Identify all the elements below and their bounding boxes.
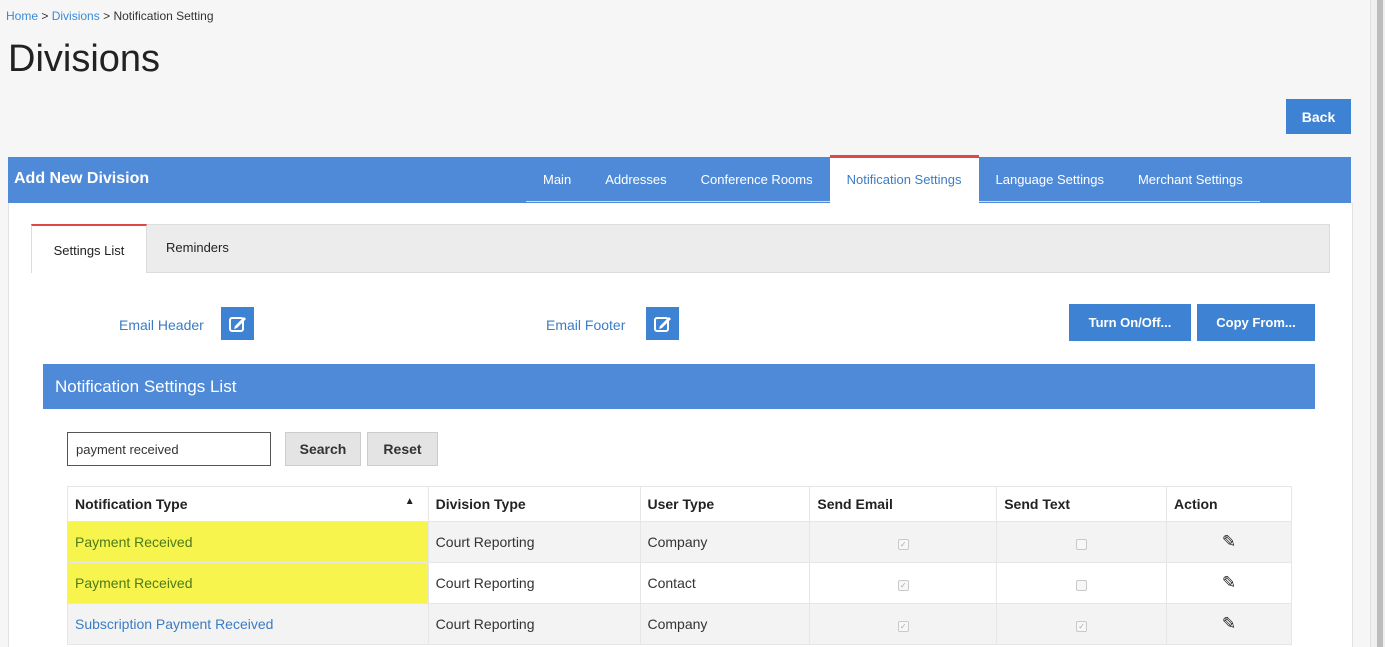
division-panel-header: Add New Division Main Addresses Conferen… [8,155,1351,203]
edit-icon[interactable]: ✎ [1222,532,1236,551]
edit-icon[interactable]: ✎ [1222,614,1236,633]
breadcrumb-separator: > [41,9,49,23]
col-division-type[interactable]: Division Type [427,486,641,522]
reset-button[interactable]: Reset [367,432,438,466]
user-type-cell: Contact [639,562,811,604]
col-user-type[interactable]: User Type [639,486,811,522]
breadcrumb-home[interactable]: Home [6,9,38,23]
list-title: Notification Settings List [55,377,237,396]
send-email-checkbox: ✓ [897,580,909,592]
subtab-settings-list[interactable]: Settings List [31,224,147,273]
email-footer-link[interactable]: Email Footer [546,317,625,333]
notification-type-cell[interactable]: Subscription Payment Received [67,603,429,645]
tab-language-settings[interactable]: Language Settings [978,157,1121,202]
tab-addresses[interactable]: Addresses [588,157,684,202]
turn-on-off-button[interactable]: Turn On/Off... [1069,304,1191,341]
notification-type-cell[interactable]: Payment Received [67,521,429,563]
col-action: Action [1166,486,1292,522]
copy-from-button[interactable]: Copy From... [1197,304,1315,341]
division-type-cell: Court Reporting [427,521,641,563]
send-text-checkbox: ✓ [1076,621,1088,633]
table-row: Payment Received Court Reporting Contact… [67,562,1292,604]
notification-table: Notification Type ▲ Division Type User T… [67,486,1292,645]
edit-icon [654,317,671,332]
tab-conference-rooms[interactable]: Conference Rooms [683,157,830,202]
breadcrumb-divisions[interactable]: Divisions [52,9,100,23]
col-send-email[interactable]: Send Email [809,486,998,522]
sub-tabbar: Settings List Reminders [31,224,1330,273]
email-header-link[interactable]: Email Header [119,317,204,333]
table-row: Subscription Payment Received Court Repo… [67,603,1292,645]
sort-asc-icon[interactable]: ▲ [405,496,415,507]
notification-list-header: Notification Settings List [43,364,1315,409]
email-footer-edit-button[interactable] [646,307,679,340]
user-type-cell: Company [639,603,811,645]
table-row: Payment Received Court Reporting Company… [67,521,1292,563]
send-email-checkbox: ✓ [897,539,909,551]
notification-type-cell[interactable]: Payment Received [67,562,429,604]
main-tabs: Main Addresses Conference Rooms Notifica… [526,155,1260,203]
tab-merchant-settings[interactable]: Merchant Settings [1120,157,1260,202]
col-send-text[interactable]: Send Text [996,486,1168,522]
table-header-row: Notification Type ▲ Division Type User T… [67,486,1292,522]
back-button[interactable]: Back [1286,99,1351,134]
page-title: Divisions [8,38,161,80]
panel-content: Settings List Reminders Email Header Ema… [8,203,1353,647]
user-type-cell: Company [639,521,811,563]
send-email-checkbox: ✓ [897,621,909,633]
edit-icon [229,317,246,332]
search-input[interactable] [67,432,271,466]
breadcrumb: Home > Divisions > Notification Setting [6,9,214,23]
search-button[interactable]: Search [285,432,361,466]
division-type-cell: Court Reporting [427,603,641,645]
edit-icon[interactable]: ✎ [1222,573,1236,592]
email-header-edit-button[interactable] [221,307,254,340]
send-text-checkbox [1076,539,1088,551]
col-notification-type[interactable]: Notification Type ▲ [67,486,429,522]
breadcrumb-separator: > [103,9,111,23]
division-type-cell: Court Reporting [427,562,641,604]
scrollbar-thumb[interactable] [1377,0,1383,647]
subtab-reminders[interactable]: Reminders [166,225,229,271]
send-text-checkbox [1076,580,1088,592]
tab-main[interactable]: Main [526,157,589,202]
tab-notification-settings[interactable]: Notification Settings [829,155,979,203]
panel-title: Add New Division [14,170,150,187]
breadcrumb-current: Notification Setting [113,9,214,23]
